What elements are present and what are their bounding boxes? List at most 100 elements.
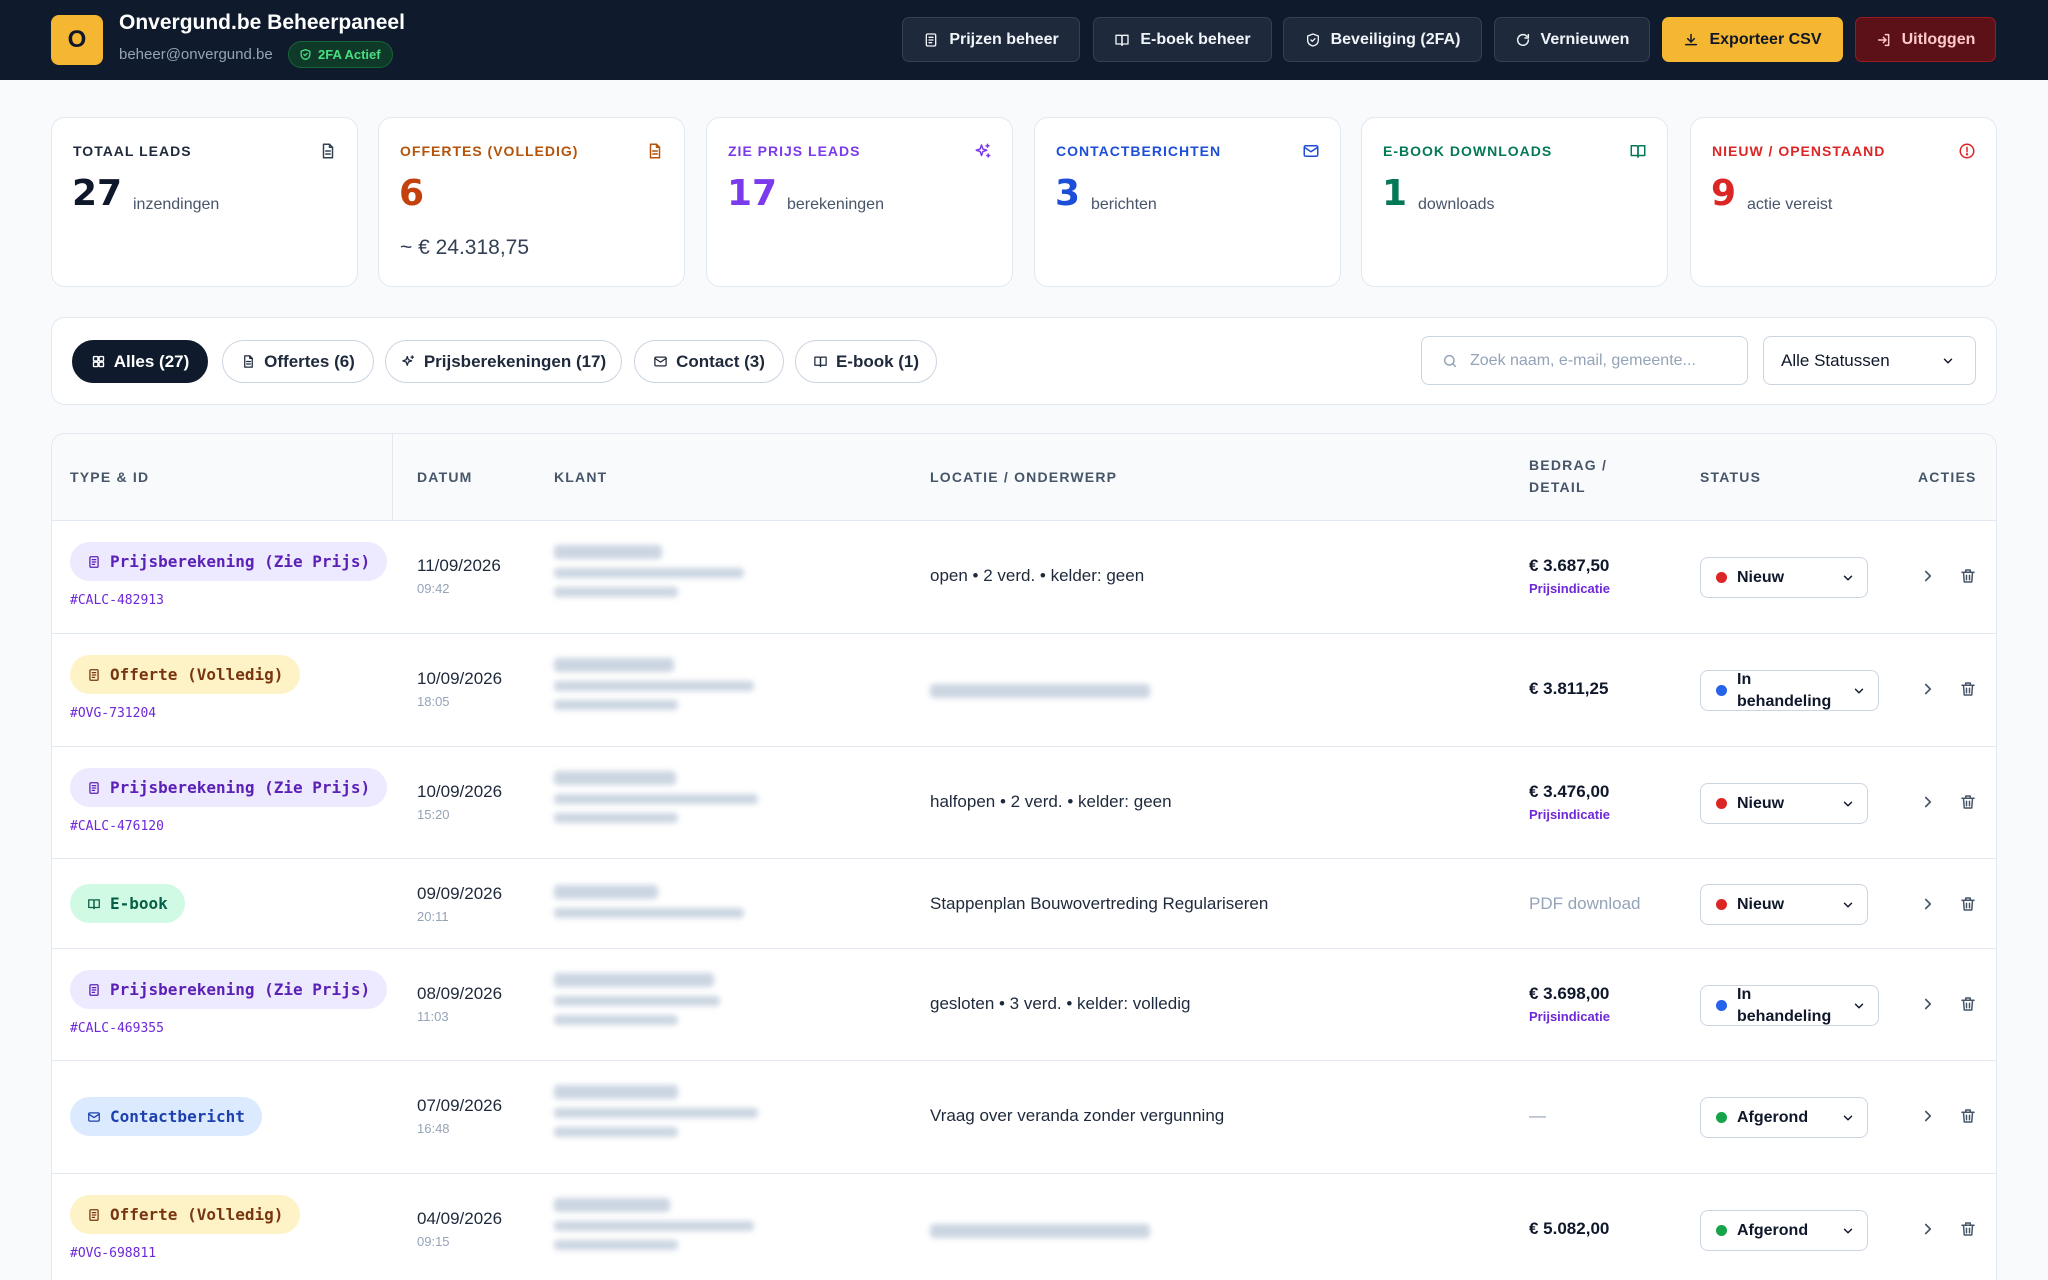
type-badge-quote: Offerte (Volledig) [70,1195,301,1234]
chevron-down-icon [1843,902,1853,907]
tab-ebook[interactable]: E-book (1) [795,340,937,383]
row-time: 15:20 [417,807,450,822]
row-amount-note: Prijsindicatie [1529,1009,1610,1024]
trash-icon[interactable] [1959,1107,1977,1125]
chevron-right-icon[interactable] [1919,895,1937,913]
table-row[interactable]: Prijsberekening (Zie Prijs) #CALC-476120… [52,747,1996,859]
stat-sub-amount: ~ € 24.318,75 [400,236,530,259]
type-badge-ebook: E-book [70,884,185,923]
row-status-select[interactable]: Nieuw [1700,783,1868,824]
type-badge-label: E-book [110,894,168,913]
status-dot [1716,1000,1727,1011]
chevron-down-icon [1843,575,1853,580]
stat-unit: berekeningen [787,196,884,213]
trash-icon[interactable] [1959,680,1977,698]
filter-bar: Alles (27) Offertes (6) Prijsberekeninge… [51,317,1997,405]
type-badge-label: Prijsberekening (Zie Prijs) [110,980,371,999]
stat-value: 3 [1055,173,1081,214]
calculator-icon [89,781,99,794]
stat-card-total-leads: TOTAAL LEADS 27 inzendingen [51,117,358,287]
row-status-select[interactable]: Afgerond [1700,1097,1868,1138]
chevron-right-icon[interactable] [1919,567,1937,585]
tab-quotes[interactable]: Offertes (6) [222,340,374,383]
table-row[interactable]: Prijsberekening (Zie Prijs) #CALC-469355… [52,949,1996,1061]
stat-unit: actie vereist [1747,196,1833,213]
type-badge-quote: Offerte (Volledig) [70,655,301,694]
mail-icon [1303,145,1319,157]
trash-icon[interactable] [1959,793,1977,811]
client-info-redacted [554,1198,754,1259]
status-dot [1716,899,1727,910]
row-id: #OVG-698811 [70,1246,157,1261]
search-input[interactable] [1470,351,1730,370]
row-status-select[interactable]: Nieuw [1700,884,1868,925]
row-status-select[interactable]: Nieuw [1700,557,1868,598]
chevron-right-icon[interactable] [1919,1107,1937,1125]
security-2fa-button[interactable]: Beveiliging (2FA) [1283,17,1482,62]
chevron-right-icon[interactable] [1919,995,1937,1013]
stat-card-ebook-downloads: E-BOOK DOWNLOADS 1 downloads [1361,117,1668,287]
top-header: O Onvergund.be Beheerpaneel beheer@onver… [0,0,2048,80]
row-status-select[interactable]: In behandeling [1700,670,1879,711]
stat-label: TOTAAL LEADS [73,143,192,159]
table-row[interactable]: Contactbericht 07/09/2026 16:48 Vraag ov… [52,1061,1996,1174]
column-header-actions: ACTIES [1918,469,1977,485]
table-row[interactable]: Offerte (Volledig) #OVG-698811 04/09/202… [52,1174,1996,1280]
row-status-label: Nieuw [1737,568,1785,586]
row-location: Vraag over veranda zonder vergunning [930,1106,1225,1125]
stat-card-new-open: NIEUW / OPENSTAAND 9 actie vereist [1690,117,1997,287]
status-dot [1716,572,1727,583]
sparkles-icon [975,143,991,158]
tab-price-calculations[interactable]: Prijsberekeningen (17) [385,340,622,383]
logout-icon [1877,33,1890,46]
stat-card-contact: CONTACTBERICHTEN 3 berichten [1034,117,1341,287]
refresh-icon [1516,33,1529,46]
row-id: #CALC-482913 [70,593,164,608]
row-id: #CALC-469355 [70,1021,164,1036]
logout-button[interactable]: Uitloggen [1855,17,1996,62]
row-location: gesloten • 3 verd. • kelder: volledig [930,994,1191,1013]
chevron-down-icon [1843,801,1853,806]
row-amount-note: Prijsindicatie [1529,581,1610,596]
stat-label: OFFERTES (VOLLEDIG) [400,143,579,159]
ebook-manage-button[interactable]: E-boek beheer [1093,17,1272,62]
type-badge-label: Prijsberekening (Zie Prijs) [110,778,371,797]
row-amount: € 3.698,00 [1529,984,1610,1003]
column-header-location: LOCATIE / ONDERWERP [930,469,1118,485]
row-time: 20:11 [417,909,449,924]
mail-icon [654,356,667,367]
type-badge-contact: Contactbericht [70,1097,262,1136]
prices-manage-button[interactable]: Prijzen beheer [902,17,1080,62]
row-location: open • 2 verd. • kelder: geen [930,566,1145,585]
status-dot [1716,1112,1727,1123]
stat-unit: berichten [1091,196,1157,213]
app-logo: O [51,15,103,65]
export-csv-button[interactable]: Exporteer CSV [1662,17,1843,62]
stat-label: E-BOOK DOWNLOADS [1383,143,1553,159]
row-status-select[interactable]: In behandeling [1700,985,1879,1026]
tab-all[interactable]: Alles (27) [72,340,208,383]
trash-icon[interactable] [1959,1220,1977,1238]
tab-contact[interactable]: Contact (3) [634,340,784,383]
table-row[interactable]: E-book 09/09/2026 20:11 Stappenplan Bouw… [52,859,1996,949]
table-row[interactable]: Offerte (Volledig) #OVG-731204 10/09/202… [52,634,1996,747]
row-amount: PDF download [1529,894,1641,913]
trash-icon[interactable] [1959,995,1977,1013]
chevron-down-icon [1854,1003,1864,1008]
row-location: halfopen • 2 verd. • kelder: geen [930,792,1172,811]
column-header-type: TYPE & ID [70,469,150,485]
export-csv-label: Exporteer CSV [1709,30,1822,48]
row-location-redacted [930,1224,1150,1238]
refresh-button[interactable]: Vernieuwen [1494,17,1650,62]
row-status-select[interactable]: Afgerond [1700,1210,1868,1251]
chevron-right-icon[interactable] [1919,680,1937,698]
stat-label: NIEUW / OPENSTAAND [1712,143,1886,159]
logout-label: Uitloggen [1901,30,1976,48]
table-row[interactable]: Prijsberekening (Zie Prijs) #CALC-482913… [52,521,1996,634]
chevron-right-icon[interactable] [1919,793,1937,811]
trash-icon[interactable] [1959,567,1977,585]
status-filter-select[interactable]: Alle Statussen [1763,336,1976,385]
stat-unit: downloads [1418,196,1495,213]
trash-icon[interactable] [1959,895,1977,913]
chevron-right-icon[interactable] [1919,1220,1937,1238]
